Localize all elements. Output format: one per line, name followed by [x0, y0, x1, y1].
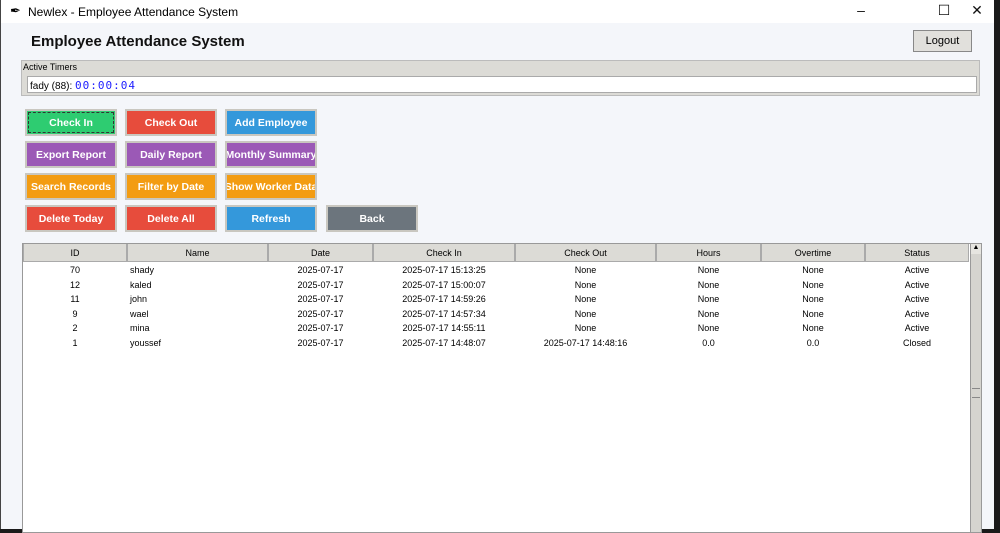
cell-check-out: None [574, 279, 597, 290]
cell-overtime: None [802, 308, 824, 319]
cell-status: Active [904, 308, 930, 319]
search-records-button[interactable]: Search Records [25, 173, 117, 200]
cell-hours: 0.0 [702, 338, 715, 348]
table-row[interactable]: 70 shady 2025-07-17 2025-07-17 15:13:25 None… [23, 263, 969, 277]
cell-check-out: None [574, 265, 597, 275]
column-header-status[interactable]: Status [865, 244, 969, 262]
cell-check-out: None [574, 323, 597, 334]
cell-check-in: 2025-07-17 14:57:34 [402, 308, 486, 319]
cell-check-out: 2025-07-17 14:48:16 [543, 338, 628, 348]
cell-check-out: None [574, 294, 597, 305]
cell-date: 2025-07-17 [297, 294, 344, 305]
cell-overtime: None [802, 265, 824, 275]
cell-name: wael [130, 308, 149, 319]
maximize-button[interactable]: ☐ [929, 2, 959, 19]
cell-id: 12 [69, 279, 80, 290]
cell-date: 2025-07-17 [297, 338, 344, 348]
cell-id: 11 [70, 294, 80, 305]
cell-date: 2025-07-17 [297, 308, 344, 319]
scroll-up-icon[interactable]: ▲ [971, 244, 981, 254]
delete-today-button[interactable]: Delete Today [25, 205, 117, 232]
cell-date: 2025-07-17 [297, 279, 344, 290]
table-row[interactable]: 1 youssef 2025-07-17 2025-07-17 14:48:07 202… [23, 336, 969, 350]
cell-date: 2025-07-17 [297, 323, 344, 334]
column-header-id[interactable]: ID [23, 244, 127, 262]
cell-id: 1 [72, 338, 78, 348]
table-row[interactable]: 11 john 2025-07-17 2025-07-17 14:59:26 None N… [23, 292, 969, 306]
show-worker-data-button[interactable]: Show Worker Data [225, 173, 317, 200]
cell-status: Closed [902, 338, 931, 348]
window-title: Newlex - Employee Attendance System [28, 5, 239, 19]
column-header-check-out[interactable]: Check Out [515, 244, 656, 262]
table-row[interactable]: 9 wael 2025-07-17 2025-07-17 14:57:34 None No… [23, 307, 969, 321]
cell-id: 70 [69, 265, 80, 275]
cell-name: john [130, 294, 148, 305]
scroll-thumb-grip[interactable] [972, 388, 980, 398]
column-header-name[interactable]: Name [127, 244, 268, 262]
active-timers-panel: Active Timers fady (88): 00:00:04 [21, 60, 980, 96]
check-out-button[interactable]: Check Out [125, 109, 217, 136]
cell-overtime: None [802, 323, 824, 334]
cell-hours: None [697, 294, 720, 305]
monthly-summary-button[interactable]: Monthly Summary [225, 141, 317, 168]
table-row[interactable]: 12 kaled 2025-07-17 2025-07-17 15:00:07 None… [23, 278, 969, 292]
cell-overtime: 0.0 [806, 338, 820, 348]
title-bar: ✒ Newlex - Employee Attendance System – … [1, 0, 994, 23]
column-header-date[interactable]: Date [268, 244, 373, 262]
check-in-button[interactable]: Check In [25, 109, 117, 136]
cell-date: 2025-07-17 [297, 265, 344, 275]
cell-check-in: 2025-07-17 14:55:11 [402, 323, 486, 334]
cell-hours: None [697, 323, 720, 334]
cell-id: 9 [72, 308, 78, 319]
daily-report-button[interactable]: Daily Report [125, 141, 217, 168]
cell-check-in: 2025-07-17 14:59:26 [402, 294, 486, 305]
cell-status: Active [904, 279, 930, 290]
timer-entry: fady (88): 00:00:04 [27, 76, 977, 93]
refresh-button[interactable]: Refresh [225, 205, 317, 232]
column-header-overtime[interactable]: Overtime [761, 244, 865, 262]
export-report-button[interactable]: Export Report [25, 141, 117, 168]
cell-status: Active [904, 323, 930, 334]
page-title: Employee Attendance System [31, 33, 245, 50]
add-employee-button[interactable]: Add Employee [225, 109, 317, 136]
close-button[interactable]: ✕ [962, 2, 992, 19]
active-timers-label: Active Timers [23, 62, 78, 72]
filter-by-date-button[interactable]: Filter by Date [125, 173, 217, 200]
cell-check-in: 2025-07-17 14:48:07 [402, 338, 486, 348]
records-table: ID Name Date Check In Check Out Hours Overtime… [22, 243, 982, 533]
cell-name: shady [130, 265, 155, 275]
timer-employee: fady (88): [30, 81, 73, 92]
table-row[interactable]: 2 mina 2025-07-17 2025-07-17 14:55:11 None No… [23, 321, 969, 335]
cell-check-out: None [574, 308, 597, 319]
logout-button[interactable]: Logout [913, 30, 972, 52]
cell-status: Active [904, 294, 930, 305]
cell-check-in: 2025-07-17 15:13:25 [402, 265, 486, 275]
cell-check-in: 2025-07-17 15:00:07 [402, 279, 486, 290]
cell-name: kaled [130, 279, 152, 290]
cell-hours: None [697, 265, 720, 275]
app-window: ✒ Newlex - Employee Attendance System – … [0, 0, 994, 533]
cell-name: mina [130, 323, 150, 334]
back-button[interactable]: Back [326, 205, 418, 232]
delete-all-button[interactable]: Delete All [125, 205, 217, 232]
cell-id: 2 [72, 323, 78, 334]
cell-status: Active [904, 265, 930, 275]
cell-hours: None [697, 308, 720, 319]
vertical-scrollbar[interactable]: ▲ [970, 244, 981, 532]
cell-overtime: None [802, 294, 824, 305]
minimize-button[interactable]: – [846, 2, 876, 18]
column-header-hours[interactable]: Hours [656, 244, 761, 262]
table-header: ID Name Date Check In Check Out Hours Overtime… [23, 244, 969, 262]
cell-name: youssef [130, 338, 162, 348]
column-header-check-in[interactable]: Check In [373, 244, 515, 262]
cell-hours: None [697, 279, 720, 290]
timer-clock: 00:00:04 [75, 79, 137, 92]
feather-icon: ✒ [10, 3, 21, 18]
cell-overtime: None [802, 279, 824, 290]
